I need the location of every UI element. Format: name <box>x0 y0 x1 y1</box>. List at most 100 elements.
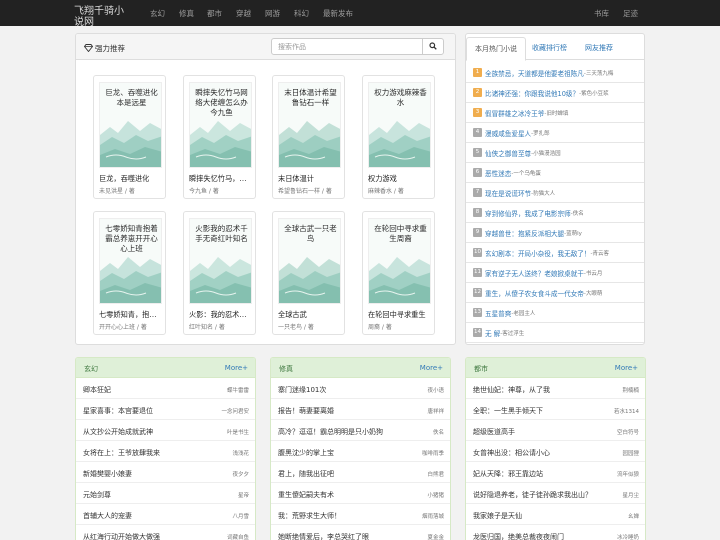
nav-item-xuanhuan[interactable]: 玄幻 <box>150 8 165 19</box>
hot-item-title[interactable]: 恶性迷恋 <box>485 168 511 178</box>
book-title[interactable]: 在轮回中寻求重生 <box>368 310 432 320</box>
hot-list-item[interactable]: 7 现在是说谎环节 -豹猫大人 <box>466 183 644 203</box>
hot-item-title[interactable]: 玄幻剧本：开局小杂役，我无敌了！ <box>485 248 591 258</box>
category-row-title[interactable]: 寨门迷缘101次 <box>278 385 326 395</box>
hot-item-title[interactable]: 现在是说谎环节 <box>485 188 531 198</box>
book-cover[interactable]: 火影我的忍术千手无奇红叶知名 <box>189 218 252 304</box>
hot-item-title[interactable]: 五星普爽 <box>485 308 511 318</box>
category-row-title[interactable]: 元始剑尊 <box>83 490 111 500</box>
category-row-title[interactable]: 妃从天降：邪王靠边站 <box>473 469 543 479</box>
category-row[interactable]: 女将在上：王爷放肆我来 浅浅花 <box>76 442 255 462</box>
category-row[interactable]: 龙医归国，绝美总裁夜夜闹门 冰冷睡奶 <box>466 526 645 540</box>
nav-item-dushi[interactable]: 都市 <box>207 8 222 19</box>
category-row[interactable]: 我家娘子是天仙 幺婵 <box>466 505 645 525</box>
book-card[interactable]: 在轮回中寻求重生周裔 在轮回中寻求重生 周裔 / 著 <box>362 211 435 335</box>
book-card[interactable]: 火影我的忍术千手无奇红叶知名火影：我的忍术千手无奇红叶知名 / 著 <box>183 211 256 335</box>
category-row-title[interactable]: 女将在上：王爷放肆我来 <box>83 448 160 458</box>
category-row[interactable]: 腹黑沈少的掌上宝 咖啡雨季 <box>271 442 450 462</box>
search-button[interactable] <box>422 38 444 55</box>
category-row[interactable]: 说好隐退养老，徒子徒孙跪求我出山？ 星月尘 <box>466 484 645 504</box>
hot-item-title[interactable]: 家有逆子无人送终？老娘掀桌就干 <box>485 268 584 278</box>
search-input[interactable] <box>271 38 423 55</box>
hot-list-item[interactable]: 3 假冒群雄之冰冷王爷 -旧时蝉填 <box>466 103 644 123</box>
book-cover[interactable]: 全球古武一只老鸟 <box>278 218 341 304</box>
category-row-title[interactable]: 龙医归国，绝美总裁夜夜闹门 <box>473 532 564 540</box>
book-title[interactable]: 权力游戏 <box>368 174 432 184</box>
book-title[interactable]: 瞬摔失忆竹马，网络大佬缠怎么办 <box>189 174 253 184</box>
hot-list-item[interactable]: 8 穿到修仙界，我成了电影宗师 -佚名 <box>466 203 644 223</box>
site-logo[interactable]: 飞翔千骑小说网 <box>74 6 130 28</box>
category-row[interactable]: 报告！萌妻要离婚 唐祥祥 <box>271 400 450 420</box>
book-title[interactable]: 巨龙，吞噬进化 <box>99 174 163 184</box>
book-card[interactable]: 七零娇知青抱着霸总养崽开开心心上班七零娇知青，抱着霸总夫养崽开开心心上班 / 著 <box>93 211 166 335</box>
hot-list-item[interactable]: 5 仙侠之御兽至尊 -小猫漫浩园 <box>466 143 644 163</box>
category-row[interactable]: 我：荒野求生大师！ 烟雨落城 <box>271 505 450 525</box>
category-row-title[interactable]: 她断绝情爱后，李总哭红了眼 <box>278 532 369 540</box>
category-row[interactable]: 重生傻妃嗣夫有术 小猪猪 <box>271 484 450 504</box>
book-card[interactable]: 巨龙、吞噬进化本是远星 巨龙，吞噬进化 未见洪星 / 著 <box>93 75 166 199</box>
book-cover[interactable]: 瞬摔失忆竹马网络大佬缠怎么办今九鱼 <box>189 82 252 168</box>
category-row[interactable]: 全职：一生黑手倾天下 若水1314 <box>466 400 645 420</box>
category-row[interactable]: 君上，随我出征吧 白熊君 <box>271 463 450 483</box>
hot-list-item[interactable]: 1 全族禁忌，天道都是他要老祖陈凡 -三天荡九梅 <box>466 63 644 83</box>
book-card[interactable]: 全球古武一只老鸟 全球古武 一只老鸟 / 著 <box>272 211 345 335</box>
book-card[interactable]: 瞬摔失忆竹马网络大佬缠怎么办今九鱼瞬摔失忆竹马，网络大佬缠怎么办今九鱼 / 著 <box>183 75 256 199</box>
hot-list-item[interactable]: 10 玄幻剧本：开局小杂役，我无敌了！ -青云客 <box>466 243 644 263</box>
category-row[interactable]: 首辅大人的宠妻 八月雪 <box>76 505 255 525</box>
book-cover[interactable]: 七零娇知青抱着霸总养崽开开心心上班 <box>99 218 162 304</box>
category-row[interactable]: 高冷？逗逗！霸总明明是只小奶狗 佚名 <box>271 421 450 441</box>
category-row[interactable]: 她断绝情爱后，李总哭红了眼 夏金金 <box>271 526 450 540</box>
book-card[interactable]: 权力游戏麻辣香水 权力游戏 麻辣香水 / 著 <box>362 75 435 199</box>
nav-item-latest[interactable]: 最新发布 <box>323 8 353 19</box>
tab-reader-recommend[interactable]: 网友推荐 <box>585 43 613 53</box>
book-cover[interactable]: 权力游戏麻辣香水 <box>368 82 431 168</box>
category-row[interactable]: 星家喜事：本宫要退位 一念问君安 <box>76 400 255 420</box>
nav-item-chuanyue[interactable]: 穿越 <box>236 8 251 19</box>
category-more-link[interactable]: More+ <box>615 364 638 372</box>
hot-list-item[interactable]: 12 重生，从傻子农女食斗成一代女帝 -大眼萌 <box>466 283 644 303</box>
category-row[interactable]: 卿本狂妃 蝶牛雷雷 <box>76 379 255 399</box>
category-more-link[interactable]: More+ <box>225 364 248 372</box>
nav-item-wangyou[interactable]: 网游 <box>265 8 280 19</box>
hot-item-title[interactable]: 全族禁忌，天道都是他要老祖陈凡 <box>485 68 584 78</box>
category-row[interactable]: 元始剑尊 星帝 <box>76 484 255 504</box>
category-row-title[interactable]: 星家喜事：本宫要退位 <box>83 406 153 416</box>
hot-item-title[interactable]: 重生，从傻子农女食斗成一代女帝 <box>485 288 584 298</box>
category-row-title[interactable]: 从文抄公开始成就武神 <box>83 427 153 437</box>
hot-list-item[interactable]: 4 漫威咸鱼爱星人 -罗扎郎 <box>466 123 644 143</box>
category-row-title[interactable]: 腹黑沈少的掌上宝 <box>278 448 334 458</box>
book-cover[interactable]: 末日体温计希望鲁钻石一样 <box>278 82 341 168</box>
category-row-title[interactable]: 新婚樊婴小娘妻 <box>83 469 132 479</box>
book-card[interactable]: 末日体温计希望鲁钻石一样 末日体温计 希望鲁钻石一样 / 著 <box>272 75 345 199</box>
category-row[interactable]: 新婚樊婴小娘妻 夜夕夕 <box>76 463 255 483</box>
hot-list-item[interactable]: 6 恶性迷恋 -一个乌龟蛋 <box>466 163 644 183</box>
hot-item-title[interactable]: 仙侠之御兽至尊 <box>485 148 531 158</box>
category-row-title[interactable]: 高冷？逗逗！霸总明明是只小奶狗 <box>278 427 383 437</box>
category-row-title[interactable]: 报告！萌妻要离婚 <box>278 406 334 416</box>
hot-item-title[interactable]: 无 解 <box>485 328 500 338</box>
category-row[interactable]: 寨门迷缘101次 夜小语 <box>271 379 450 399</box>
category-row-title[interactable]: 女曾神出没：相公请小心 <box>473 448 550 458</box>
category-more-link[interactable]: More+ <box>420 364 443 372</box>
hot-item-title[interactable]: 穿越兽世：抱紧反派相大腿 <box>485 228 564 238</box>
hot-item-title[interactable]: 假冒群雄之冰冷王爷 <box>485 108 544 118</box>
book-title[interactable]: 末日体温计 <box>278 174 342 184</box>
nav-item-history[interactable]: 足迹 <box>623 8 638 19</box>
category-row-title[interactable]: 君上，随我出征吧 <box>278 469 334 479</box>
book-cover[interactable]: 在轮回中寻求重生周裔 <box>368 218 431 304</box>
hot-list-item[interactable]: 9 穿越兽世：抱紧反派相大腿 -蓝萌ly <box>466 223 644 243</box>
category-row[interactable]: 绝世仙妃：神尊，从了我 荆楠楠 <box>466 379 645 399</box>
category-row-title[interactable]: 超级医道高手 <box>473 427 515 437</box>
category-row-title[interactable]: 绝世仙妃：神尊，从了我 <box>473 385 550 395</box>
hot-item-title[interactable]: 比诸神还强：你跟我说他10级？ <box>485 88 579 98</box>
category-row[interactable]: 从文抄公开始成就武神 叶是书生 <box>76 421 255 441</box>
book-cover[interactable]: 巨龙、吞噬进化本是远星 <box>99 82 162 168</box>
hot-list-item[interactable]: 2 比诸神还强：你跟我说他10级？ -紫色小豆浆 <box>466 83 644 103</box>
hot-list-item[interactable]: 13 五星普爽 -老园主人 <box>466 303 644 323</box>
category-row[interactable]: 从红海行动开始做大做强 词藏自鱼 <box>76 526 255 540</box>
hot-list-item[interactable]: 14 无 解 -客过浮生 <box>466 323 644 343</box>
category-row-title[interactable]: 说好隐退养老，徒子徒孙跪求我出山？ <box>473 490 592 500</box>
nav-item-xiuzhen[interactable]: 修真 <box>179 8 194 19</box>
tab-favorites-rank[interactable]: 收藏排行榜 <box>532 43 567 53</box>
tab-monthly-hot[interactable]: 本月热门小说 <box>466 37 526 61</box>
